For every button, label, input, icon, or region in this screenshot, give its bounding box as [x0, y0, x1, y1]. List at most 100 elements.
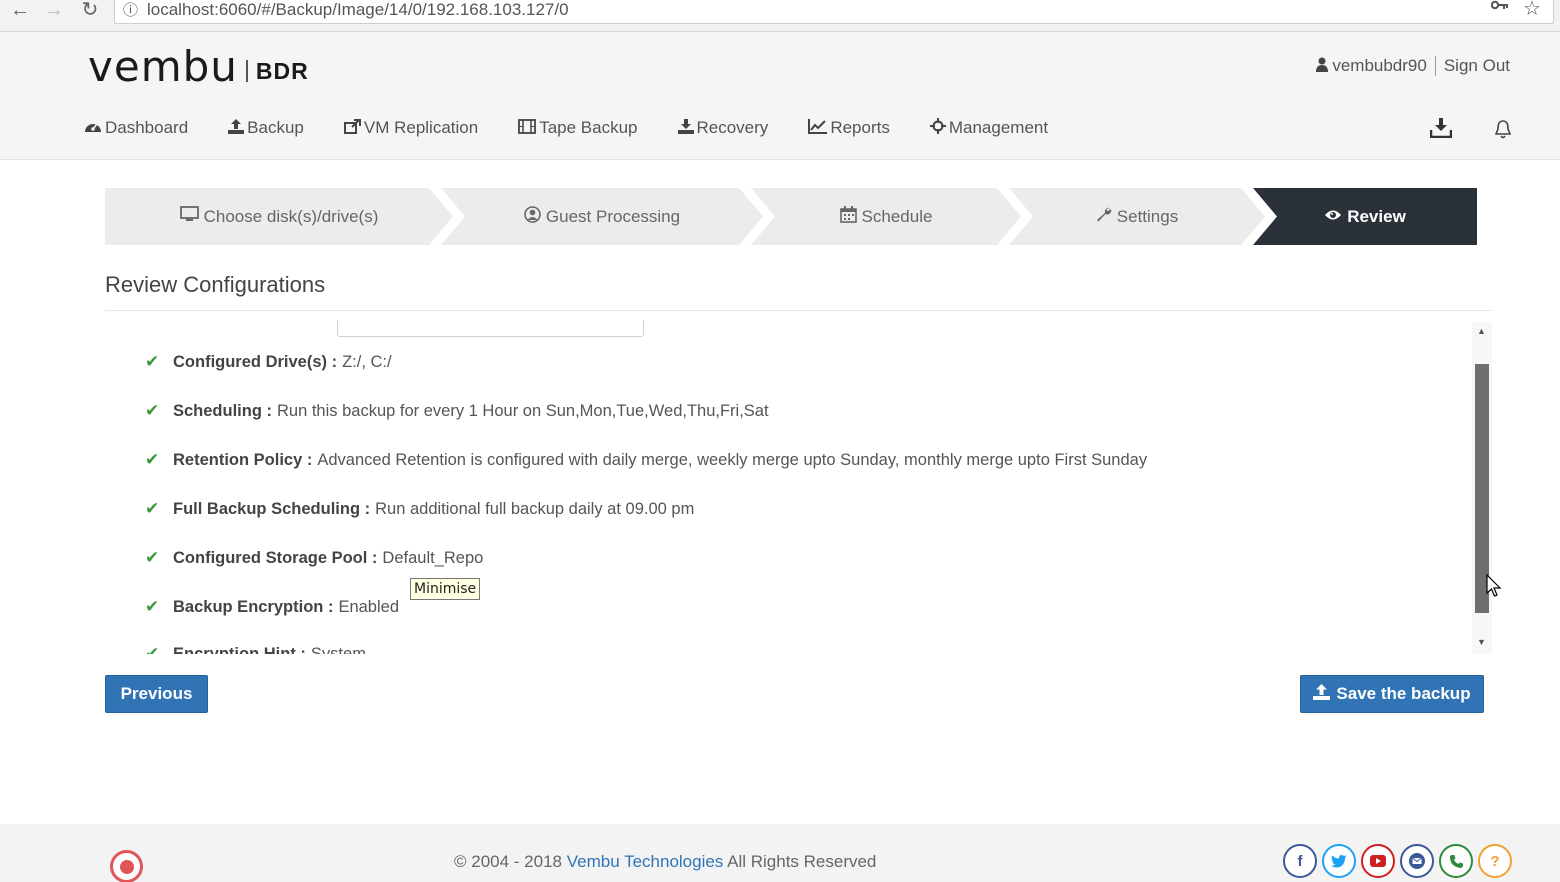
vembu-bdr-logo[interactable]: vembu BDR: [88, 42, 309, 91]
back-arrow-icon[interactable]: ←: [8, 0, 32, 24]
rights-text: All Rights Reserved: [727, 852, 877, 871]
item-value: System: [310, 644, 366, 655]
sign-out-link[interactable]: Sign Out: [1444, 56, 1510, 76]
nav-tape-backup[interactable]: Tape Backup: [518, 118, 638, 138]
page-title: Review Configurations: [105, 272, 326, 297]
nav-management[interactable]: Management: [929, 118, 1049, 138]
item-value: Enabled: [338, 597, 400, 616]
facebook-icon[interactable]: f: [1283, 844, 1317, 878]
nav-label: VM Replication: [363, 118, 479, 137]
review-item: ✔ Configured Drive(s) : Z:/, C:/: [145, 352, 392, 372]
company-link[interactable]: Vembu Technologies: [567, 852, 724, 871]
help-icon[interactable]: ?: [1478, 844, 1512, 878]
review-item: ✔ Backup Encryption : Enabled: [145, 597, 399, 617]
download-tray-icon[interactable]: [1429, 118, 1453, 144]
step-schedule[interactable]: Schedule: [751, 188, 1021, 245]
item-label: Backup Encryption :: [173, 597, 334, 616]
forward-arrow-icon[interactable]: →: [42, 0, 66, 24]
bell-icon[interactable]: [1494, 120, 1512, 144]
step-settings[interactable]: Settings: [1009, 188, 1265, 245]
phone-icon[interactable]: [1439, 844, 1473, 878]
review-item: ✔ Configured Storage Pool : Default_Repo: [145, 548, 483, 568]
nav-dashboard[interactable]: Dashboard: [84, 118, 188, 138]
item-label: Configured Drive(s) :: [173, 352, 338, 371]
item-label: Configured Storage Pool :: [173, 548, 378, 567]
check-icon: ✔: [145, 352, 160, 371]
review-item: ✔ Encryption Hint : System: [145, 644, 366, 654]
calendar-icon: [840, 206, 857, 228]
copyright-text: © 2004 - 2018 Vembu Technologies All Rig…: [454, 852, 876, 872]
monitor-icon: [180, 206, 199, 227]
check-icon: ✔: [145, 401, 160, 420]
item-label: Scheduling :: [173, 401, 272, 420]
social-links: f ?: [1283, 844, 1517, 878]
nav-backup[interactable]: Backup: [228, 118, 304, 138]
user-circle-icon: [524, 206, 541, 228]
key-icon[interactable]: [1490, 0, 1509, 16]
upload-icon: [228, 118, 245, 138]
user-area: vembubdr90 Sign Out: [1316, 56, 1510, 76]
wizard-steps: Choose disk(s)/drive(s) Guest Processing…: [105, 188, 1477, 245]
footer: © 2004 - 2018 Vembu Technologies All Rig…: [0, 824, 1560, 882]
item-label: Full Backup Scheduling :: [173, 499, 371, 518]
user-icon: [1316, 57, 1329, 76]
partial-input-field: [337, 320, 644, 337]
vembu-home-icon[interactable]: [110, 850, 143, 882]
scroll-down-arrow-icon[interactable]: ▼: [1477, 637, 1486, 647]
item-value: Run additional full backup daily at 09.0…: [375, 499, 695, 518]
bookmark-star-icon[interactable]: ☆: [1523, 0, 1541, 21]
site-info-icon[interactable]: ⓘ: [123, 0, 138, 20]
logo-sub: BDR: [255, 58, 309, 84]
step-label: Guest Processing: [545, 206, 681, 226]
step-review[interactable]: Review: [1253, 188, 1477, 245]
nav-label: Management: [948, 118, 1049, 137]
crosshairs-icon: [929, 118, 946, 138]
tooltip: Minimise: [410, 578, 481, 600]
check-icon: ✔: [145, 450, 160, 469]
share-icon: [343, 118, 361, 138]
review-list[interactable]: ✔ Configured Drive(s) : Z:/, C:/ ✔ Sched…: [105, 320, 1492, 654]
mail-icon[interactable]: [1400, 844, 1434, 878]
previous-button[interactable]: Previous: [105, 675, 208, 713]
reload-icon[interactable]: ↻: [78, 0, 102, 24]
user-divider: [1434, 56, 1436, 76]
step-guest-processing[interactable]: Guest Processing: [441, 188, 763, 245]
check-icon: ✔: [145, 644, 160, 654]
button-label: Save the backup: [1336, 684, 1471, 703]
nav-vm-replication[interactable]: VM Replication: [343, 118, 479, 138]
url-text[interactable]: localhost:6060/#/Backup/Image/14/0/192.1…: [147, 0, 569, 20]
item-value: Z:/, C:/: [342, 352, 392, 371]
scroll-up-arrow-icon[interactable]: ▲: [1477, 326, 1486, 336]
nav-reports[interactable]: Reports: [808, 118, 890, 138]
youtube-icon[interactable]: [1361, 844, 1395, 878]
dashboard-icon: [84, 119, 102, 137]
logo-main: vembu: [88, 42, 238, 91]
review-scrollbar[interactable]: ▲ ▼: [1472, 322, 1492, 654]
line-chart-icon: [808, 118, 828, 138]
address-bar[interactable]: ⓘ localhost:6060/#/Backup/Image/14/0/192…: [114, 0, 1554, 24]
item-value: Run this backup for every 1 Hour on Sun,…: [277, 401, 769, 420]
item-label: Encryption Hint :: [173, 644, 306, 655]
copyright-prefix: © 2004 - 2018: [454, 852, 562, 871]
upload-icon: [1313, 683, 1331, 705]
browser-toolbar: ← → ↻ ⓘ localhost:6060/#/Backup/Image/14…: [0, 0, 1560, 32]
nav-label: Reports: [830, 118, 890, 137]
check-icon: ✔: [145, 548, 160, 567]
divider: [105, 310, 1492, 311]
step-choose-drives[interactable]: Choose disk(s)/drive(s): [105, 188, 453, 245]
save-backup-button[interactable]: Save the backup: [1300, 675, 1484, 713]
twitter-icon[interactable]: [1322, 844, 1356, 878]
item-label: Retention Policy :: [173, 450, 313, 469]
app-header: vembu BDR vembubdr90 Sign Out Dashboard …: [0, 32, 1560, 160]
film-icon: [518, 118, 537, 138]
item-value: Advanced Retention is configured with da…: [317, 450, 1148, 469]
review-item: ✔ Scheduling : Run this backup for every…: [145, 401, 769, 421]
button-label: Previous: [120, 684, 193, 703]
nav-label: Recovery: [696, 118, 769, 137]
username[interactable]: vembubdr90: [1332, 56, 1427, 76]
nav-recovery[interactable]: Recovery: [677, 118, 769, 138]
item-value: Default_Repo: [382, 548, 484, 567]
logo-divider: [245, 59, 248, 82]
nav-label: Tape Backup: [539, 118, 638, 137]
wrench-icon: [1096, 206, 1112, 227]
